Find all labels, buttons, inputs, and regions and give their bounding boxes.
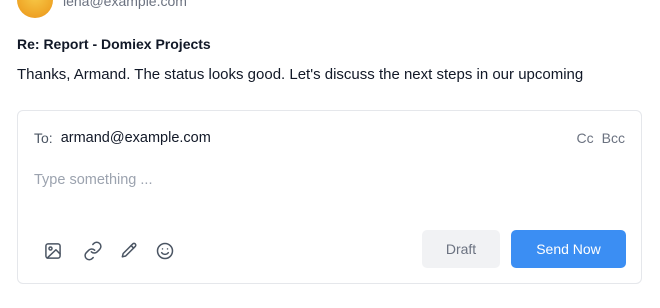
link-icon[interactable] [81, 239, 105, 263]
cc-bcc-links: Cc Bcc [577, 130, 625, 146]
avatar [17, 0, 53, 18]
sender-row: lena@example.com [17, 0, 187, 18]
message-subject: Re: Report - Domiex Projects [17, 36, 211, 52]
message-input[interactable] [34, 168, 614, 192]
composer-toolbar [41, 239, 189, 263]
composer-actions: Draft Send Now [422, 230, 626, 268]
image-icon[interactable] [41, 239, 65, 263]
email-thread-view: lena@example.com Re: Report - Domiex Pro… [0, 0, 660, 308]
reply-composer: To: armand@example.com Cc Bcc Type somet… [17, 110, 642, 284]
cc-button[interactable]: Cc [577, 130, 594, 146]
to-recipient[interactable]: armand@example.com [61, 130, 211, 146]
sender-email: lena@example.com [63, 0, 187, 9]
bcc-button[interactable]: Bcc [602, 130, 625, 146]
send-now-button[interactable]: Send Now [511, 230, 626, 268]
draft-button[interactable]: Draft [422, 230, 500, 268]
to-row: To: armand@example.com Cc Bcc [34, 128, 625, 148]
emoji-icon[interactable] [153, 239, 177, 263]
to-label: To: [34, 130, 53, 146]
pencil-icon[interactable] [117, 239, 141, 263]
message-body: Thanks, Armand. The status looks good. L… [17, 66, 584, 83]
